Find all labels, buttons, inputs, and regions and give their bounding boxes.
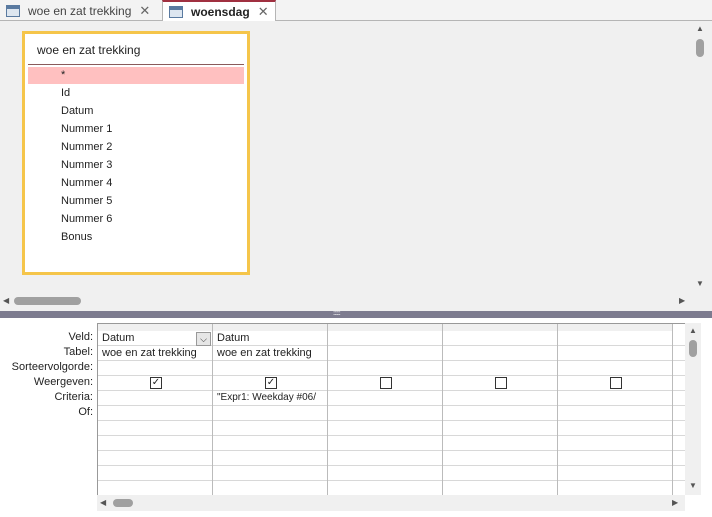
scroll-down-icon[interactable]: ▼ [696,279,704,288]
row-labels: Veld: Tabel: Sorteervolgorde: Weergeven:… [0,330,93,420]
scroll-down-icon[interactable]: ▼ [689,481,697,490]
row-label-criteria: Criteria: [54,391,93,403]
show-checkbox[interactable]: ✓ [150,377,162,389]
field-cell[interactable] [328,331,440,346]
row-label-weergeven: Weergeven: [33,376,93,388]
row-label-tabel: Tabel: [63,346,93,358]
vertical-scrollbar[interactable]: ▲ ▼ [692,21,708,291]
query-design-grid[interactable]: Datum woe en zat trekking ✓ Datum woe en zat… [97,323,685,495]
scroll-left-icon[interactable]: ◀ [3,296,9,305]
close-icon[interactable]: ✕ [258,4,269,20]
grid-vertical-scrollbar[interactable]: ▲ ▼ [685,323,701,495]
field-cell[interactable]: Datum [213,331,325,346]
row-label-sorteervolgorde: Sorteervolgorde: [11,361,93,373]
horizontal-scrollbar[interactable]: ◀ ▶ [0,293,692,309]
tab-woe-en-zat-trekking[interactable]: woe en zat trekking ✕ [0,0,156,21]
tab-woensdag[interactable]: woensdag ✕ [162,0,276,22]
criteria-cell[interactable] [558,391,672,406]
show-checkbox[interactable]: ✓ [265,377,277,389]
row-label-of: Of: [78,406,93,418]
divider [28,64,244,65]
scroll-thumb[interactable] [14,297,81,305]
scroll-up-icon[interactable]: ▲ [696,24,704,33]
tab-label: woensdag [191,5,250,19]
scroll-thumb[interactable] [696,39,704,57]
field-item[interactable]: Bonus [28,229,244,246]
table-cell[interactable]: woe en zat trekking [98,346,210,361]
show-checkbox[interactable] [610,377,622,389]
criteria-cell[interactable]: "Expr1: Weekday #06/ [213,391,327,406]
chevron-down-icon[interactable]: ⌵ [196,332,211,346]
table-cell[interactable] [558,346,670,361]
field-item[interactable]: Id [28,85,244,102]
table-pane: woe en zat trekking * Id Datum Nummer 1 … [0,21,712,312]
scroll-thumb[interactable] [113,499,133,507]
pane-splitter[interactable]: :::::::::: [0,311,712,318]
splitter-grip[interactable]: :::::::::: [333,311,341,317]
show-checkbox[interactable] [380,377,392,389]
scroll-thumb[interactable] [689,340,697,357]
criteria-cell[interactable] [443,391,557,406]
field-cell[interactable] [558,331,670,346]
field-list-title[interactable]: woe en zat trekking [37,43,140,57]
close-icon[interactable]: ✕ [139,3,150,19]
field-item[interactable]: * [28,67,244,84]
field-item[interactable]: Nummer 3 [28,157,244,174]
scroll-left-icon[interactable]: ◀ [100,498,106,507]
field-item[interactable]: Nummer 2 [28,139,244,156]
field-item[interactable]: Nummer 6 [28,211,244,228]
scroll-right-icon[interactable]: ▶ [672,498,678,507]
query-icon [6,4,20,17]
scroll-right-icon[interactable]: ▶ [679,296,685,305]
scroll-up-icon[interactable]: ▲ [689,326,697,335]
query-icon [169,6,183,18]
show-checkbox[interactable] [495,377,507,389]
grid-horizontal-scrollbar[interactable]: ◀ ▶ [97,495,685,511]
tab-label: woe en zat trekking [28,3,132,18]
table-cell[interactable]: woe en zat trekking [213,346,325,361]
document-tabs: woe en zat trekking ✕ woensdag ✕ [0,0,712,22]
criteria-cell[interactable] [328,391,442,406]
table-cell[interactable] [328,346,440,361]
row-label-veld: Veld: [68,331,93,343]
field-item[interactable]: Datum [28,103,244,120]
field-item[interactable]: Nummer 5 [28,193,244,210]
criteria-cell[interactable] [98,391,212,406]
table-cell[interactable] [443,346,555,361]
field-list-woe-en-zat-trekking[interactable]: woe en zat trekking * Id Datum Nummer 1 … [22,31,250,275]
field-cell[interactable] [443,331,555,346]
field-item[interactable]: Nummer 4 [28,175,244,192]
field-item[interactable]: Nummer 1 [28,121,244,138]
field-cell[interactable]: Datum [98,331,210,346]
